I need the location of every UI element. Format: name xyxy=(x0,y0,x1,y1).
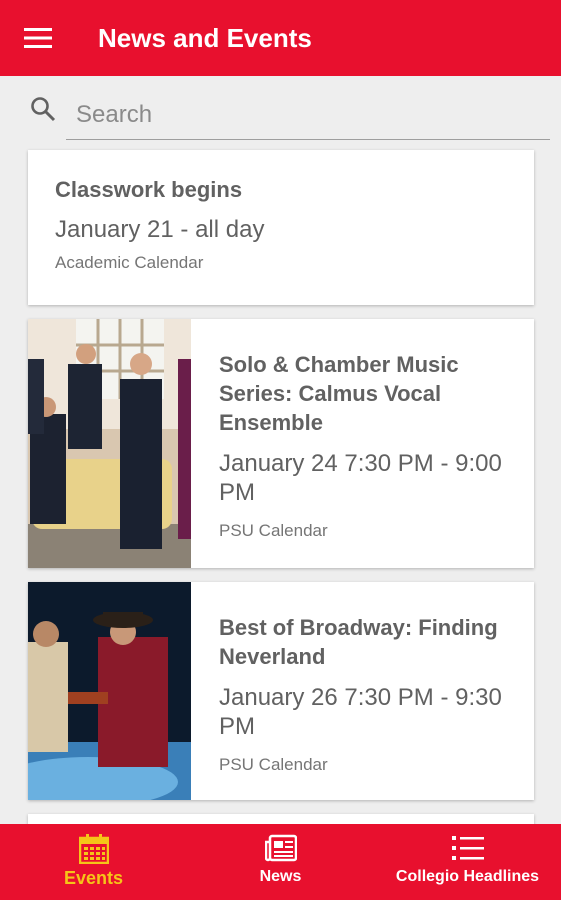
tab-collegio-headlines-label: Collegio Headlines xyxy=(395,868,540,885)
event-time: January 24 7:30 PM - 9:00 PM xyxy=(219,450,502,506)
event-title: Best of Broadway: Finding Neverland xyxy=(219,615,498,669)
event-card[interactable]: Classwork begins January 21 - all day Ac… xyxy=(28,150,534,305)
bottom-navigation: Events News Collegio Headlines xyxy=(0,824,561,900)
hamburger-icon xyxy=(24,28,52,48)
menu-button[interactable] xyxy=(0,0,76,76)
event-thumbnail-broadway xyxy=(28,582,191,800)
tab-news[interactable]: News xyxy=(187,824,374,900)
event-card[interactable]: Best of Broadway: Finding Neverland Janu… xyxy=(28,582,534,800)
list-icon xyxy=(451,836,484,860)
tab-events[interactable]: Events xyxy=(0,824,187,900)
event-title: Solo & Chamber Music Series: Calmus Voca… xyxy=(219,352,459,435)
search-bar xyxy=(0,76,561,146)
search-input[interactable] xyxy=(66,90,550,140)
tab-events-label: Events xyxy=(63,868,124,888)
event-calendar: Academic Calendar xyxy=(55,253,204,272)
newspaper-icon xyxy=(264,834,297,862)
event-calendar: PSU Calendar xyxy=(219,521,328,540)
event-time: January 26 7:30 PM - 9:30 PM xyxy=(219,684,502,740)
app-bar: News and Events xyxy=(0,0,561,76)
calendar-icon xyxy=(78,834,109,864)
event-calendar: PSU Calendar xyxy=(219,755,328,774)
event-time: January 21 - all day xyxy=(55,216,265,243)
tab-news-label: News xyxy=(259,868,302,885)
event-thumbnail-ensemble xyxy=(28,319,191,568)
event-title: Classwork begins xyxy=(55,177,243,202)
tab-collegio-headlines[interactable]: Collegio Headlines xyxy=(374,824,561,900)
event-card[interactable]: Solo & Chamber Music Series: Calmus Voca… xyxy=(28,319,534,568)
page-title: News and Events xyxy=(98,22,312,53)
search-icon[interactable] xyxy=(30,96,56,122)
